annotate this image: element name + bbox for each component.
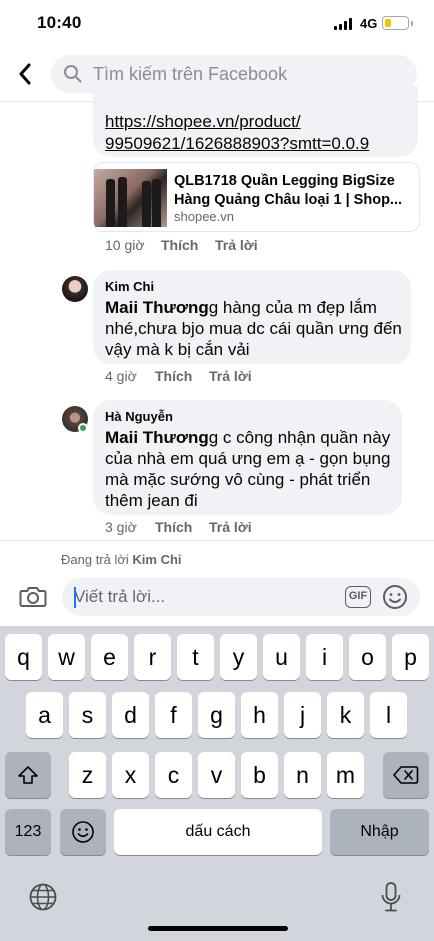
comment-mention[interactable]: Maii Thương (105, 428, 209, 447)
key-q[interactable]: q (5, 634, 42, 680)
key-p[interactable]: p (392, 634, 429, 680)
key-u[interactable]: u (263, 634, 300, 680)
chevron-left-icon (19, 63, 31, 85)
return-key[interactable]: Nhập (330, 809, 429, 855)
comment-author[interactable]: Kim Chi (105, 279, 154, 294)
key-x[interactable]: x (112, 752, 149, 798)
link-preview-title: QLB1718 Quần Legging BigSize Hàng Quảng … (174, 173, 403, 208)
key-j[interactable]: j (284, 692, 321, 738)
comment-mention[interactable]: Maii Thương (105, 298, 209, 317)
reply-field[interactable]: GIF (62, 578, 420, 616)
key-t[interactable]: t (177, 634, 214, 680)
key-r[interactable]: r (134, 634, 171, 680)
reply-button[interactable]: Trả lời (209, 519, 252, 535)
reply-input[interactable] (74, 578, 334, 616)
text-cursor (74, 587, 76, 608)
comment-time: 3 giờ (105, 519, 137, 535)
online-status-dot (78, 423, 88, 433)
key-s[interactable]: s (69, 692, 106, 738)
key-h[interactable]: h (241, 692, 278, 738)
smiley-icon (383, 585, 407, 609)
reply-button[interactable]: Trả lời (209, 368, 252, 384)
delete-key[interactable] (383, 752, 429, 798)
search-icon (64, 65, 82, 83)
comment-text: Maii Thươngg hàng của m đẹp lắm nhé,chưa… (105, 298, 402, 359)
key-n[interactable]: n (284, 752, 321, 798)
link-preview-card[interactable]: QLB1718 Quần Legging BigSize Hàng Quảng … (93, 162, 420, 232)
shift-key[interactable] (5, 752, 51, 798)
microphone-icon (381, 882, 401, 912)
replying-to-name: Kim Chi (132, 552, 182, 567)
emoji-button[interactable] (382, 584, 408, 615)
keyboard: qwertyuiop asdfghjkl zxcvbnm 123 dấu các… (0, 626, 434, 941)
globe-button[interactable] (28, 882, 58, 917)
key-a[interactable]: a (26, 692, 63, 738)
key-g[interactable]: g (198, 692, 235, 738)
replying-to-label: Đang trả lời Kim Chi (61, 552, 182, 567)
camera-button[interactable] (19, 584, 47, 613)
key-w[interactable]: w (48, 634, 85, 680)
home-indicator (148, 926, 288, 931)
link-preview-image (94, 169, 167, 227)
key-v[interactable]: v (198, 752, 235, 798)
key-b[interactable]: b (241, 752, 278, 798)
status-time: 10:40 (37, 13, 82, 32)
gif-button[interactable]: GIF (345, 586, 371, 608)
shift-icon (18, 766, 38, 784)
key-c[interactable]: c (155, 752, 192, 798)
status-bar: 10:40 4G (0, 0, 434, 46)
key-e[interactable]: e (91, 634, 128, 680)
like-button[interactable]: Thích (155, 368, 192, 384)
key-f[interactable]: f (155, 692, 192, 738)
key-z[interactable]: z (69, 752, 106, 798)
comment-author[interactable]: Hà Nguyễn (105, 409, 173, 424)
comment-link[interactable]: https://shopee.vn/product/ 99509621/1626… (105, 111, 369, 155)
comment-bubble: Hà Nguyễn Maii Thươngg c công nhận quần … (93, 400, 402, 515)
globe-icon (29, 883, 57, 911)
camera-icon (19, 587, 47, 607)
comment-time: 4 giờ (105, 368, 137, 384)
reply-button[interactable]: Trả lời (215, 237, 258, 253)
link-preview-domain: shopee.vn (174, 209, 234, 224)
key-m[interactable]: m (327, 752, 364, 798)
key-d[interactable]: d (112, 692, 149, 738)
comment-time: 10 giờ (105, 237, 145, 253)
backspace-icon (393, 766, 419, 784)
back-button[interactable] (12, 60, 38, 88)
like-button[interactable]: Thích (161, 237, 198, 253)
key-o[interactable]: o (349, 634, 386, 680)
network-label: 4G (360, 16, 378, 31)
key-y[interactable]: y (220, 634, 257, 680)
key-k[interactable]: k (327, 692, 364, 738)
avatar[interactable] (62, 276, 88, 302)
comment-text: Maii Thươngg c công nhận quần này của nh… (105, 428, 391, 510)
numbers-key[interactable]: 123 (5, 809, 51, 855)
reply-composer: GIF (0, 578, 434, 626)
comment-bubble: Kim Chi Maii Thươngg hàng của m đẹp lắm … (93, 270, 411, 364)
key-l[interactable]: l (370, 692, 407, 738)
dictation-button[interactable] (380, 881, 402, 918)
replying-to-bar: Đang trả lời Kim Chi (0, 540, 434, 578)
signal-icon (334, 18, 354, 30)
key-i[interactable]: i (306, 634, 343, 680)
space-key[interactable]: dấu cách (114, 809, 322, 855)
like-button[interactable]: Thích (155, 519, 192, 535)
emoji-key[interactable] (60, 809, 106, 855)
battery-icon (382, 16, 413, 30)
comment-bubble-link: https://shopee.vn/product/ 99509621/1626… (93, 86, 418, 157)
smiley-icon (72, 821, 94, 843)
